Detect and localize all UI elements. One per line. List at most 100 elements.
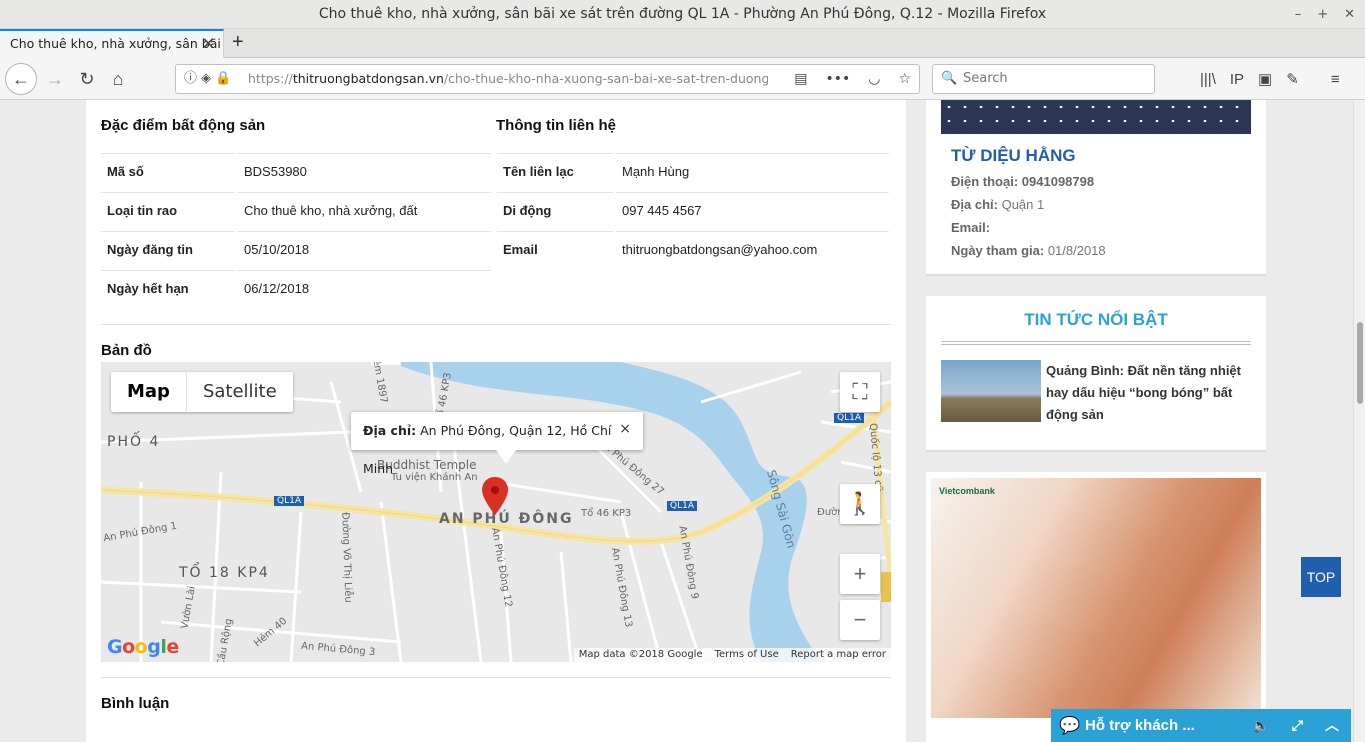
map-street-label: Tổ 46 KP3 (581, 508, 632, 519)
scrollbar-thumb[interactable] (1357, 322, 1363, 404)
comments-heading: Bình luận (101, 695, 170, 712)
bookmark-star-icon[interactable]: ☆ (898, 65, 911, 93)
window-titlebar: Cho thuê kho, nhà xưởng, sân bãi xe sát … (0, 0, 1365, 29)
page-viewport: Đặc điểm bất động sản Mã số BDS53980 Loại… (0, 100, 1353, 742)
library-icon[interactable]: |||\ (1200, 71, 1216, 88)
new-tab-button[interactable]: + (232, 31, 244, 54)
page-actions-icon[interactable]: ••• (825, 65, 850, 93)
info-window-tail (496, 450, 516, 464)
lock-icon: 🔒 (215, 71, 232, 86)
sidebar-icon[interactable]: ▣ (1258, 70, 1272, 88)
map-poi-sublabel: Tu viện Khánh An (391, 472, 478, 483)
property-table: Mã số BDS53980 Loại tin rao Cho thuê kho, … (98, 150, 494, 309)
ad-card: Vietcombank (926, 472, 1266, 742)
support-label: Hỗ trợ khách ... (1085, 717, 1195, 734)
fullscreen-button[interactable]: ⛶ (840, 372, 880, 412)
map-type-map-button[interactable]: Map (111, 372, 187, 412)
back-to-top-button[interactable]: TOP (1301, 557, 1341, 597)
property-value: 05/10/2018 (238, 231, 491, 267)
news-rule (941, 344, 1251, 345)
reload-button[interactable]: ↻ (72, 64, 102, 94)
contact-label: Di động (497, 192, 613, 228)
tab-close-icon[interactable]: ✕ (202, 31, 215, 57)
agent-photo (941, 100, 1251, 134)
info-window-close-icon[interactable]: × (619, 410, 631, 448)
reader-view-icon[interactable]: ▤ (794, 65, 807, 93)
menu-icon[interactable]: ≡ (1331, 71, 1340, 88)
contact-label: Email (497, 231, 613, 267)
back-button[interactable]: ← (5, 63, 37, 95)
table-row: Loại tin rao Cho thuê kho, nhà xưởng, đất (101, 192, 491, 228)
news-rule (941, 341, 1251, 342)
window-title: Cho thuê kho, nhà xưởng, sân bãi xe sát … (318, 6, 1047, 22)
highway-shield: QL1A (834, 413, 864, 423)
search-icon: 🔍 (941, 71, 958, 86)
expand-icon[interactable]: ⤢ (1292, 709, 1303, 742)
map-footer: Map data ©2018 Google Terms of Use Repor… (573, 648, 891, 662)
zoom-out-button[interactable]: − (840, 600, 880, 640)
property-label: Ngày đăng tin (101, 231, 235, 267)
page-scrollbar[interactable] (1353, 100, 1365, 742)
highway-shield: QL1A (274, 496, 304, 506)
property-value: Cho thuê kho, nhà xưởng, đất (238, 192, 491, 228)
url-bar[interactable]: ⓘ ◈ 🔒 https://thitruongbatdongsan.vn/cho… (175, 64, 920, 94)
chat-bubble-icon: 💬 (1059, 716, 1081, 735)
street-view-pegman[interactable]: 🚶 (840, 484, 880, 524)
property-heading: Đặc điểm bất động sản (101, 117, 266, 134)
agent-address: Quận 1 (1001, 197, 1045, 212)
news-item-link[interactable]: Quảng Bình: Đất nền tăng nhiệt hay dấu h… (1046, 360, 1256, 426)
map-widget[interactable]: PHỐ 4 TỔ 18 KP4 AN PHÚ ĐÔNG Buddhist Tem… (101, 362, 891, 662)
contact-heading: Thông tin liên hệ (496, 117, 616, 134)
minimize-button[interactable]: – (1295, 0, 1302, 29)
map-info-window: Địa chỉ: An Phú Đông, Quận 12, Hồ Chí Mi… (351, 410, 643, 476)
contact-table: Tên liên lạc Mạnh Hùng Di động 097 445 456… (494, 150, 892, 270)
ip-icon[interactable]: IP (1230, 71, 1244, 88)
table-row: Mã số BDS53980 (101, 153, 491, 189)
forward-button[interactable]: → (40, 64, 70, 94)
navigation-toolbar: ← → ↻ ⌂ ⓘ ◈ 🔒 https://thitruongbatdongsa… (0, 58, 1365, 100)
ad-brand-logo: Vietcombank (939, 486, 995, 496)
contact-email-value[interactable]: thitruongbatdongsan@yahoo.com (616, 231, 889, 267)
map-marker-icon[interactable] (482, 477, 508, 517)
table-row: Email thitruongbatdongsan@yahoo.com (497, 231, 889, 267)
browser-tab[interactable]: Cho thuê kho, nhà xưởng, sân bãi xe ✕ (0, 29, 224, 58)
agent-name[interactable]: TỪ DIỆU HẰNG (951, 146, 1076, 166)
terms-link[interactable]: Terms of Use (715, 648, 779, 662)
google-logo: Google (107, 636, 179, 658)
main-content: Đặc điểm bất động sản Mã số BDS53980 Loại… (86, 100, 906, 742)
home-button[interactable]: ⌂ (103, 64, 133, 94)
news-thumbnail[interactable] (941, 360, 1041, 422)
report-error-link[interactable]: Report a map error (791, 648, 886, 662)
ad-banner[interactable]: Vietcombank (931, 478, 1261, 718)
maximize-button[interactable]: + (1317, 0, 1328, 29)
map-type-control: Map Satellite (111, 372, 293, 412)
highway-shield: QL1A (667, 501, 697, 511)
site-info-icon[interactable]: ⓘ ◈ 🔒 (184, 65, 231, 93)
section-divider (101, 677, 891, 678)
eyedropper-icon[interactable]: ✎ (1286, 70, 1299, 88)
pegman-icon: 🚶 (846, 491, 874, 516)
map-attribution: Map data ©2018 Google (578, 649, 703, 660)
fullscreen-icon: ⛶ (852, 379, 868, 404)
url-text: https://thitruongbatdongsan.vn/cho-thue-… (248, 71, 768, 86)
support-chat-bar[interactable]: 💬 Hỗ trợ khách ... 🔈 ⤢ ︿ (1051, 709, 1351, 742)
search-placeholder: Search (963, 71, 1008, 86)
agent-phone: 0941098798 (1021, 174, 1095, 189)
sound-icon[interactable]: 🔈 (1252, 709, 1269, 742)
table-row: Di động 097 445 4567 (497, 192, 889, 228)
arrow-right-icon: → (46, 68, 64, 89)
chevron-up-icon[interactable]: ︿ (1325, 709, 1339, 742)
zoom-in-button[interactable]: + (840, 554, 880, 594)
property-label: Loại tin rao (101, 192, 235, 228)
close-window-button[interactable]: ✕ (1344, 0, 1355, 29)
contact-value: Mạnh Hùng (616, 153, 889, 189)
pocket-icon[interactable]: ◡ (868, 65, 880, 93)
tab-bar: Cho thuê kho, nhà xưởng, sân bãi xe ✕ + (0, 29, 1365, 58)
property-label: Ngày hết hạn (101, 270, 235, 306)
property-label: Mã số (101, 153, 235, 189)
map-type-satellite-button[interactable]: Satellite (187, 372, 293, 412)
search-input[interactable]: 🔍 Search (932, 64, 1155, 94)
property-value: BDS53980 (238, 153, 491, 189)
table-row: Ngày hết hạn 06/12/2018 (101, 270, 491, 306)
contact-label: Tên liên lạc (497, 153, 613, 189)
